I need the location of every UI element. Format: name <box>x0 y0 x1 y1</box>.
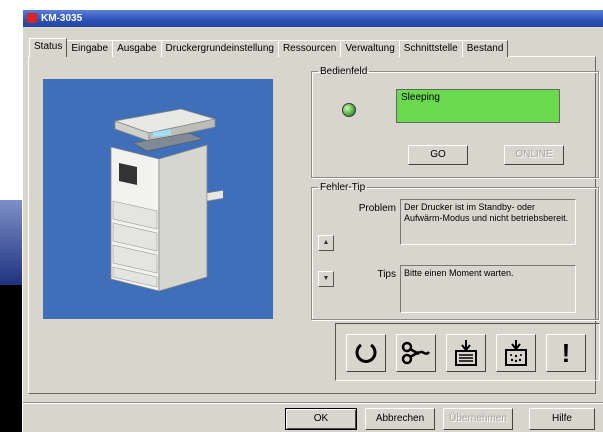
toner-button[interactable] <box>496 334 536 372</box>
tab-bestand[interactable]: Bestand <box>461 40 509 57</box>
status-tool-panel: ! <box>335 323 600 381</box>
printer-app-icon <box>27 13 37 23</box>
printer-properties-dialog: KM-3035 Status Eingabe Ausgabe Druckergr… <box>22 10 603 432</box>
paper-tray-button[interactable] <box>446 334 486 372</box>
bedienfeld-group: Bedienfeld Sleeping GO ONLINE <box>311 66 599 178</box>
tab-status[interactable]: Status <box>29 38 68 57</box>
refresh-button[interactable] <box>346 334 386 372</box>
problem-text: Der Drucker ist im Standby- oder Aufwärm… <box>400 199 576 245</box>
apply-button[interactable]: Übernehmen <box>443 408 513 430</box>
refresh-icon <box>355 343 377 363</box>
paper-jam-button[interactable] <box>396 334 436 372</box>
next-tip-button[interactable]: ▼ <box>318 271 334 287</box>
help-button[interactable]: Hilfe <box>529 408 595 430</box>
toner-icon <box>505 340 527 366</box>
title-bar[interactable]: KM-3035 <box>23 10 603 27</box>
cancel-button[interactable]: Abbrechen <box>365 408 435 430</box>
printer-image <box>43 79 273 319</box>
tab-ressourcen[interactable]: Ressourcen <box>277 40 342 57</box>
desktop-background-dark <box>0 285 22 432</box>
tab-druckergrundeinstellung[interactable]: Druckergrundeinstellung <box>160 40 279 57</box>
window-title: KM-3035 <box>41 13 83 24</box>
fehler-tip-legend: Fehler-Tip <box>320 182 366 193</box>
paper-tray-icon <box>455 340 477 366</box>
previous-tip-button[interactable]: ▲ <box>318 235 334 251</box>
footer-separator-highlight <box>23 403 603 404</box>
tab-eingabe[interactable]: Eingabe <box>66 40 114 57</box>
tips-text: Bitte einen Moment warten. <box>400 265 576 313</box>
tab-schnittstelle[interactable]: Schnittstelle <box>398 40 463 57</box>
problem-label: Problem <box>358 203 396 214</box>
ok-button[interactable]: OK <box>285 408 357 430</box>
arrow-down-icon: ▼ <box>322 275 330 282</box>
desktop-background-blue <box>0 200 22 290</box>
tab-strip: Status Eingabe Ausgabe Druckergrundeinst… <box>29 38 509 57</box>
status-led <box>342 103 356 117</box>
alert-icon: ! <box>561 337 571 368</box>
scissors-icon <box>401 341 430 365</box>
go-button[interactable]: GO <box>408 145 468 165</box>
fehler-tip-group: Fehler-Tip Problem ▲ Der Drucker ist im … <box>311 182 599 320</box>
online-button[interactable]: ONLINE <box>504 145 564 165</box>
bedienfeld-legend: Bedienfeld <box>320 66 368 77</box>
tab-ausgabe[interactable]: Ausgabe <box>112 40 162 57</box>
tab-verwaltung[interactable]: Verwaltung <box>340 40 400 57</box>
tips-label: Tips <box>377 269 396 280</box>
printer-illustration <box>110 108 223 292</box>
alert-button[interactable]: ! <box>546 334 586 372</box>
arrow-up-icon: ▲ <box>322 239 330 246</box>
status-display: Sleeping <box>396 89 560 123</box>
